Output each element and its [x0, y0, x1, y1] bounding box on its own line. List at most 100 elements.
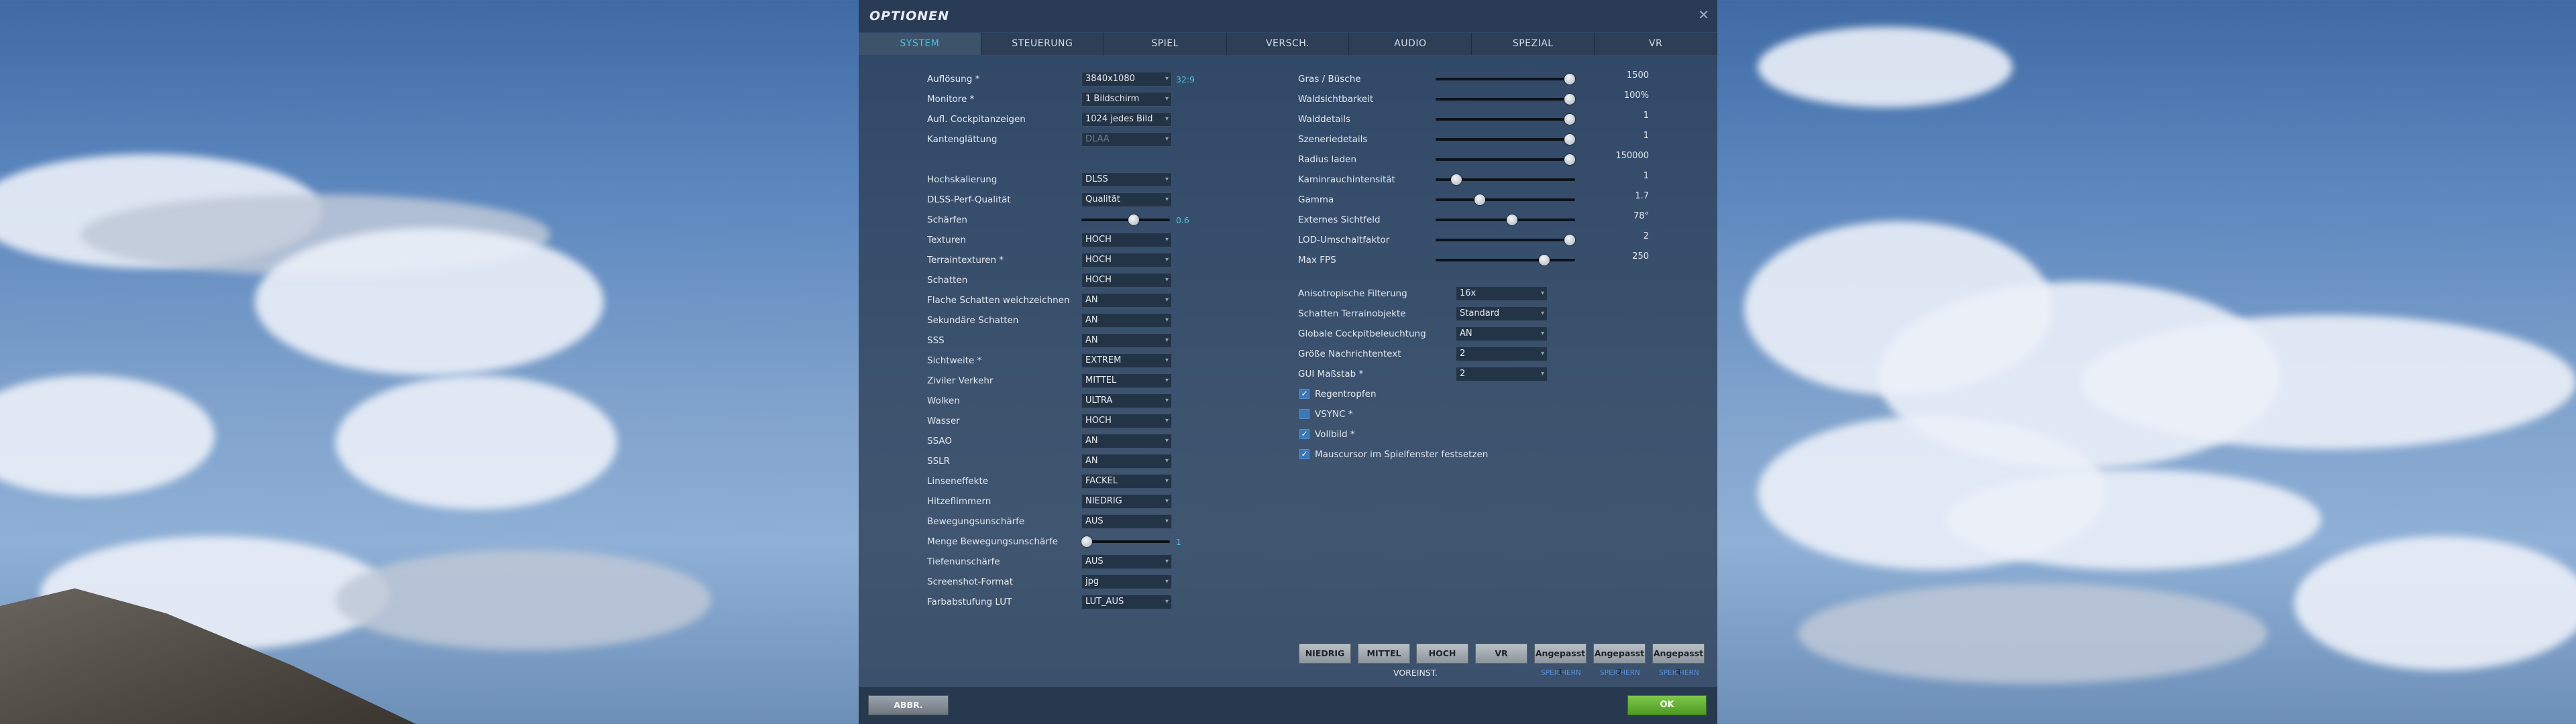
aufloesung-dropdown[interactable]: 3840x1080 ▾	[1081, 72, 1172, 86]
slider-track[interactable]	[1436, 198, 1575, 201]
setting-dropdown[interactable]: AN ▾	[1456, 326, 1548, 341]
setting-screenshot: Screenshot-Format	[927, 573, 1013, 591]
checkbox[interactable]	[1299, 409, 1309, 419]
options-dialog: OPTIONEN ✕ SYSTEM STEUERUNG SPIEL VERSCH…	[859, 0, 1718, 724]
slider-knob[interactable]	[1564, 94, 1575, 105]
slider-knob[interactable]	[1564, 134, 1575, 145]
cockpit-dropdown[interactable]: 1024 jedes Bild ▾	[1081, 112, 1172, 127]
setting-dropdown[interactable]: 2 ▾	[1456, 347, 1548, 361]
slider-track[interactable]	[1436, 158, 1575, 161]
preset-niedrig-button[interactable]: NIEDRIG	[1299, 644, 1351, 664]
bewegung-dropdown[interactable]: AUS ▾	[1081, 514, 1172, 529]
save-custom2-link[interactable]: SPEICHERN	[1600, 669, 1640, 677]
setting-label: Gras / Büsche	[1298, 74, 1361, 84]
schatten-dropdown[interactable]: HOCH ▾	[1081, 273, 1172, 288]
preset-custom2-button[interactable]: Angepasst 2	[1593, 644, 1646, 677]
checkbox[interactable]: ✓	[1299, 429, 1309, 439]
close-icon[interactable]: ✕	[1698, 7, 1709, 23]
setting-dropdown[interactable]: Standard ▾	[1456, 306, 1548, 321]
setting-label: Ziviler Verkehr	[927, 375, 994, 386]
chevron-down-icon: ▾	[1165, 196, 1169, 203]
setting-label: Wasser	[927, 416, 960, 426]
wasser-dropdown[interactable]: HOCH ▾	[1081, 414, 1172, 428]
tab-steuerung[interactable]: STEUERUNG	[981, 33, 1104, 55]
terrain-dropdown[interactable]: HOCH ▾	[1081, 253, 1172, 267]
slider-knob[interactable]	[1474, 194, 1485, 205]
sss-dropdown[interactable]: AN ▾	[1081, 333, 1172, 348]
slider-knob[interactable]	[1538, 255, 1550, 265]
setting-label: Texturen	[927, 235, 966, 245]
texturen-dropdown[interactable]: HOCH ▾	[1081, 233, 1172, 247]
ssao-dropdown[interactable]: AN ▾	[1081, 434, 1172, 448]
preset-vr-button[interactable]: VR	[1475, 644, 1527, 664]
sekundaer-dropdown[interactable]: AN ▾	[1081, 313, 1172, 328]
slider-track[interactable]	[1436, 118, 1575, 121]
setting-slider-row: Kaminrauchintensität	[1298, 171, 1395, 188]
slider-track[interactable]	[1436, 259, 1575, 261]
cancel-button[interactable]: ABBR.	[868, 695, 949, 715]
slider-knob[interactable]	[1451, 174, 1462, 185]
setting-label: Größe Nachrichtentext	[1298, 349, 1401, 359]
chevron-down-icon: ▾	[1165, 95, 1169, 103]
slider-knob[interactable]	[1564, 235, 1575, 245]
checkbox-label[interactable]: VSYNC *	[1315, 409, 1353, 420]
setting-sichtweite: Sichtweite *	[927, 352, 981, 369]
chevron-down-icon: ▾	[1165, 256, 1169, 263]
slider-knob[interactable]	[1564, 74, 1575, 84]
tab-system[interactable]: SYSTEM	[859, 33, 981, 55]
tab-versch[interactable]: VERSCH.	[1226, 33, 1350, 55]
checkbox-label[interactable]: Mauscursor im Spielfenster festsetzen	[1315, 449, 1488, 460]
tiefen-dropdown[interactable]: AUS ▾	[1081, 554, 1172, 569]
tab-spezial[interactable]: SPEZIAL	[1472, 33, 1595, 55]
save-custom3-link[interactable]: SPEICHERN	[1659, 669, 1699, 677]
hochskal-dropdown[interactable]: DLSS ▾	[1081, 172, 1172, 187]
menge-slider-track[interactable]	[1081, 540, 1170, 543]
slider-knob[interactable]	[1564, 114, 1575, 125]
slider-track[interactable]	[1436, 138, 1575, 141]
slider-track[interactable]	[1436, 239, 1575, 241]
slider-knob[interactable]	[1564, 154, 1575, 165]
setting-label: Wolken	[927, 396, 960, 406]
hitze-dropdown[interactable]: NIEDRIG ▾	[1081, 494, 1172, 509]
sslr-dropdown[interactable]: AN ▾	[1081, 454, 1172, 469]
wolken-dropdown[interactable]: ULTRA ▾	[1081, 394, 1172, 408]
preset-mittel-button[interactable]: MITTEL	[1358, 644, 1410, 664]
chevron-down-icon: ▾	[1540, 290, 1544, 297]
schaerfen-slider-knob[interactable]	[1128, 215, 1139, 225]
slider-track[interactable]	[1436, 98, 1575, 101]
tab-audio[interactable]: AUDIO	[1349, 33, 1472, 55]
checkbox-label[interactable]: Regentropfen	[1315, 389, 1377, 400]
menge-slider-knob[interactable]	[1081, 536, 1092, 547]
sichtweite-dropdown[interactable]: EXTREM ▾	[1081, 353, 1172, 368]
chevron-down-icon: ▾	[1165, 518, 1169, 525]
monitore-dropdown[interactable]: 1 Bildschirm ▾	[1081, 92, 1172, 107]
slider-track[interactable]	[1436, 219, 1575, 221]
setting-label: SSS	[927, 335, 945, 346]
setting-sss: SSS	[927, 332, 945, 349]
setting-schaerfen: Schärfen	[927, 211, 967, 229]
verkehr-dropdown[interactable]: MITTEL ▾	[1081, 373, 1172, 388]
setting-dropdown[interactable]: 16x ▾	[1456, 286, 1548, 301]
checkbox-label[interactable]: Vollbild *	[1315, 429, 1355, 440]
checkbox[interactable]: ✓	[1299, 449, 1309, 459]
setting-label: Farbabstufung LUT	[927, 597, 1012, 607]
lut-dropdown[interactable]: LUT_AUS ▾	[1081, 595, 1172, 609]
screenshot-dropdown[interactable]: jpg ▾	[1081, 575, 1172, 589]
slider-track[interactable]	[1436, 78, 1575, 80]
setting-dropdown[interactable]: 2 ▾	[1456, 367, 1548, 381]
tab-spiel[interactable]: SPIEL	[1104, 33, 1227, 55]
save-custom1-link[interactable]: SPEICHERN	[1541, 669, 1581, 677]
preset-custom1-button[interactable]: Angepasst 1	[1534, 644, 1587, 677]
tab-bar: SYSTEM STEUERUNG SPIEL VERSCH. AUDIO SPE…	[859, 33, 1718, 55]
ok-button[interactable]: OK	[1627, 695, 1707, 715]
dlss-dropdown[interactable]: Qualität ▾	[1081, 192, 1172, 207]
schaerfen-slider-track[interactable]	[1081, 219, 1170, 221]
preset-custom3-button[interactable]: Angepasst 3	[1652, 644, 1705, 677]
linsen-dropdown[interactable]: FACKEL ▾	[1081, 474, 1172, 489]
preset-hoch-button[interactable]: HOCH	[1416, 644, 1468, 664]
setting-label: Sekundäre Schatten	[927, 315, 1019, 326]
flache-dropdown[interactable]: AN ▾	[1081, 293, 1172, 308]
tab-vr[interactable]: VR	[1595, 33, 1718, 55]
slider-knob[interactable]	[1506, 215, 1517, 225]
checkbox[interactable]: ✓	[1299, 389, 1309, 399]
